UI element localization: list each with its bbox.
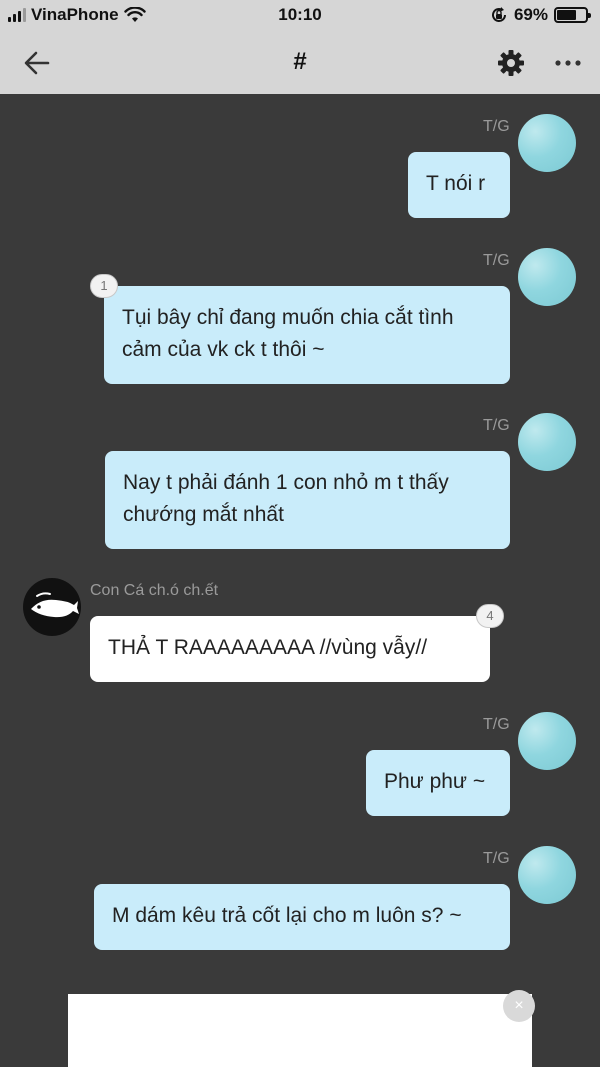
battery-percent: 69% <box>513 5 548 24</box>
reply-count-badge[interactable]: 4 <box>476 604 504 628</box>
sender-name: T/G <box>483 417 510 434</box>
avatar[interactable] <box>518 413 576 471</box>
status-bar: VinaPhone 10:10 69% <box>0 0 600 32</box>
avatar[interactable] <box>518 114 576 172</box>
reply-count-badge[interactable]: 1 <box>90 274 118 298</box>
ad-panel[interactable] <box>68 994 532 1067</box>
fish-logo-icon <box>31 592 79 618</box>
message-bubble[interactable]: Nay t phải đánh 1 con nhỏ m t thấy chướn… <box>105 451 510 549</box>
sender-name: T/G <box>483 252 510 269</box>
avatar[interactable] <box>518 846 576 904</box>
nav-bar: # <box>0 32 600 94</box>
message-bubble[interactable]: Phư phư ~ <box>366 750 510 816</box>
sender-name: T/G <box>483 118 510 135</box>
chat-area[interactable]: T/G T nói r T/G Tụi bây chỉ đang muốn ch… <box>0 94 600 1067</box>
message-bubble[interactable]: M dám kêu trả cốt lại cho m luôn s? ~ <box>94 884 510 950</box>
sender-name: T/G <box>483 850 510 867</box>
avatar[interactable] <box>518 248 576 306</box>
avatar[interactable] <box>23 578 81 636</box>
status-right: 69% <box>490 5 591 25</box>
message-bubble[interactable]: Tụi bây chỉ đang muốn chia cắt tình cảm … <box>104 286 510 384</box>
battery-icon <box>554 7 591 23</box>
gear-icon[interactable] <box>496 48 526 78</box>
rotation-lock-icon <box>492 7 506 22</box>
sender-name: T/G <box>483 716 510 733</box>
message-bubble[interactable]: THẢ T RAAAAAAAAA //vùng vẫy// <box>90 616 490 682</box>
sender-name: Con Cá ch.ó ch.ết <box>90 582 219 599</box>
close-icon[interactable]: × <box>503 990 535 1022</box>
message-bubble[interactable]: T nói r <box>408 152 510 218</box>
more-icon[interactable] <box>552 48 584 78</box>
avatar[interactable] <box>518 712 576 770</box>
